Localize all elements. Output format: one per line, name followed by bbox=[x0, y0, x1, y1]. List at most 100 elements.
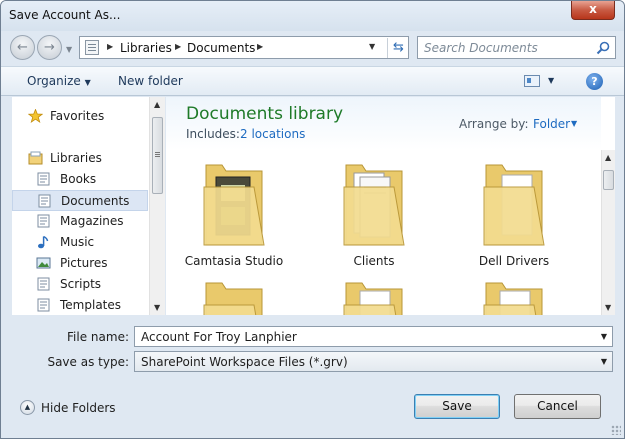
file-name-label: File name: bbox=[67, 330, 129, 344]
folder-item[interactable]: Camtasia Studio bbox=[184, 157, 284, 272]
file-name-dropdown-icon[interactable]: ▼ bbox=[601, 332, 607, 341]
sidebar-item-templates[interactable]: Templates bbox=[12, 295, 148, 316]
title-bar: Save Account As... x bbox=[1, 1, 624, 31]
folder-icon bbox=[203, 282, 263, 315]
collapse-up-icon: ▲ bbox=[20, 400, 35, 415]
sidebar-item-libraries[interactable]: Libraries bbox=[12, 148, 148, 169]
sidebar-item-documents[interactable]: Documents bbox=[12, 190, 148, 211]
folder-item[interactable] bbox=[324, 275, 424, 315]
search-box[interactable]: Search Documents bbox=[417, 36, 616, 59]
document-library-icon bbox=[37, 172, 50, 186]
folder-item[interactable] bbox=[184, 275, 284, 315]
address-page-icon bbox=[85, 40, 99, 55]
organize-button[interactable]: Organize ▼ bbox=[27, 74, 91, 88]
document-library-icon bbox=[37, 298, 50, 312]
sidebar-scrollbar[interactable]: ▲ ▼ bbox=[149, 97, 165, 315]
breadcrumb-separator-icon[interactable]: ▶ bbox=[175, 42, 181, 51]
folder-icon bbox=[483, 282, 543, 315]
breadcrumb-documents[interactable]: Documents bbox=[187, 41, 255, 55]
sidebar-item-books[interactable]: Books bbox=[12, 169, 148, 190]
new-folder-button[interactable]: New folder bbox=[118, 74, 183, 88]
search-icon[interactable] bbox=[596, 41, 610, 55]
file-name-field[interactable]: Account For Troy Lanphier ▼ bbox=[134, 326, 613, 347]
document-library-icon bbox=[38, 194, 51, 208]
sidebar-item-scripts[interactable]: Scripts bbox=[12, 274, 148, 295]
documents-folder-icon bbox=[343, 164, 405, 246]
back-button[interactable]: ← bbox=[10, 35, 35, 60]
view-options-dropdown-icon[interactable]: ▼ bbox=[548, 76, 554, 85]
content-scrollbar[interactable]: ▲ ▼ bbox=[601, 150, 615, 315]
folder-item[interactable]: Clients bbox=[324, 157, 424, 272]
libraries-icon bbox=[28, 151, 43, 165]
change-view-icon[interactable] bbox=[524, 75, 540, 87]
address-dropdown-icon[interactable]: ▼ bbox=[369, 42, 375, 51]
folder-label: Dell Drivers bbox=[478, 254, 550, 268]
organize-dropdown-icon: ▼ bbox=[84, 78, 91, 87]
search-input[interactable]: Search Documents bbox=[424, 41, 538, 55]
command-toolbar: Organize ▼ New folder ▼ ? bbox=[1, 66, 624, 96]
organize-label: Organize bbox=[27, 74, 81, 88]
folder-icon bbox=[343, 282, 403, 315]
document-library-icon bbox=[37, 214, 50, 228]
save-type-value: SharePoint Workspace Files (*.grv) bbox=[141, 355, 348, 369]
arrange-dropdown-icon[interactable]: ▼ bbox=[571, 119, 577, 128]
save-type-select[interactable]: SharePoint Workspace Files (*.grv) ▼ bbox=[134, 351, 613, 372]
sidebar-item-label: Documents bbox=[61, 194, 130, 208]
sidebar-item-pictures[interactable]: Pictures bbox=[12, 253, 148, 274]
locations-link[interactable]: 2 locations bbox=[240, 127, 305, 141]
music-note-icon bbox=[38, 235, 49, 249]
includes-label: Includes: bbox=[186, 127, 240, 141]
folder-label: Clients bbox=[353, 254, 395, 268]
sidebar-item-label: Music bbox=[60, 235, 95, 249]
library-title: Documents library bbox=[186, 104, 344, 124]
save-as-dialog: Save Account As... x ← → ▼ ▶ Libraries ▶… bbox=[0, 0, 625, 439]
folder-item[interactable] bbox=[464, 275, 564, 315]
breadcrumb-separator-icon[interactable]: ▶ bbox=[107, 42, 113, 51]
save-type-dropdown-icon[interactable]: ▼ bbox=[601, 357, 607, 366]
save-type-label: Save as type: bbox=[47, 355, 129, 369]
refresh-icon[interactable]: ⇆ bbox=[387, 38, 409, 58]
navigation-pane: Favorites Libraries Books Documents Maga… bbox=[12, 97, 165, 315]
sidebar-item-label: Libraries bbox=[50, 151, 102, 165]
arrange-by-label: Arrange by: bbox=[459, 117, 529, 131]
sidebar-item-label: Templates bbox=[60, 298, 122, 312]
folder-item[interactable]: Dell Drivers bbox=[464, 157, 564, 272]
sidebar-item-label: Magazines bbox=[60, 214, 124, 228]
file-list-pane: Documents library Includes: 2 locations … bbox=[166, 97, 615, 315]
sidebar-item-music[interactable]: Music bbox=[12, 232, 148, 253]
sidebar-item-label: Favorites bbox=[50, 109, 105, 123]
document-library-icon bbox=[37, 277, 50, 291]
sidebar-item-label: Pictures bbox=[60, 256, 108, 270]
address-bar[interactable]: ▶ Libraries ▶ Documents ▶ ▼ ⇆ bbox=[79, 36, 409, 59]
navigation-bar: ← → ▼ ▶ Libraries ▶ Documents ▶ ▼ ⇆ Sear… bbox=[1, 31, 624, 63]
pictures-icon bbox=[36, 257, 51, 269]
resize-grip-icon[interactable] bbox=[611, 425, 621, 435]
scroll-up-icon[interactable]: ▲ bbox=[605, 153, 611, 162]
recent-pages-dropdown-icon[interactable]: ▼ bbox=[66, 45, 72, 54]
scroll-thumb[interactable] bbox=[603, 170, 614, 190]
sidebar-item-magazines[interactable]: Magazines bbox=[12, 211, 148, 232]
film-folder-icon bbox=[203, 164, 265, 246]
sidebar-item-favorites[interactable]: Favorites bbox=[12, 106, 148, 127]
file-name-value: Account For Troy Lanphier bbox=[141, 330, 297, 344]
folder-label: Camtasia Studio bbox=[184, 254, 284, 268]
save-button[interactable]: Save bbox=[414, 394, 500, 419]
scroll-down-icon[interactable]: ▼ bbox=[605, 303, 611, 312]
window-title: Save Account As... bbox=[9, 8, 121, 22]
scroll-up-icon[interactable]: ▲ bbox=[154, 100, 160, 109]
library-header: Documents library Includes: 2 locations … bbox=[166, 97, 601, 150]
scroll-thumb[interactable] bbox=[152, 117, 163, 194]
breadcrumb-libraries[interactable]: Libraries bbox=[120, 41, 172, 55]
star-icon bbox=[28, 109, 43, 123]
arrange-by-dropdown[interactable]: Folder bbox=[533, 117, 570, 131]
breadcrumb-separator-icon[interactable]: ▶ bbox=[257, 42, 263, 51]
cancel-button[interactable]: Cancel bbox=[514, 394, 601, 419]
forward-button[interactable]: → bbox=[37, 35, 62, 60]
close-button[interactable]: x bbox=[571, 1, 615, 20]
folder-icon bbox=[483, 164, 545, 246]
scroll-down-icon[interactable]: ▼ bbox=[154, 303, 160, 312]
hide-folders-label: Hide Folders bbox=[41, 401, 116, 415]
help-icon[interactable]: ? bbox=[586, 73, 603, 90]
sidebar-item-label: Books bbox=[60, 172, 97, 186]
sidebar-item-label: Scripts bbox=[60, 277, 102, 291]
